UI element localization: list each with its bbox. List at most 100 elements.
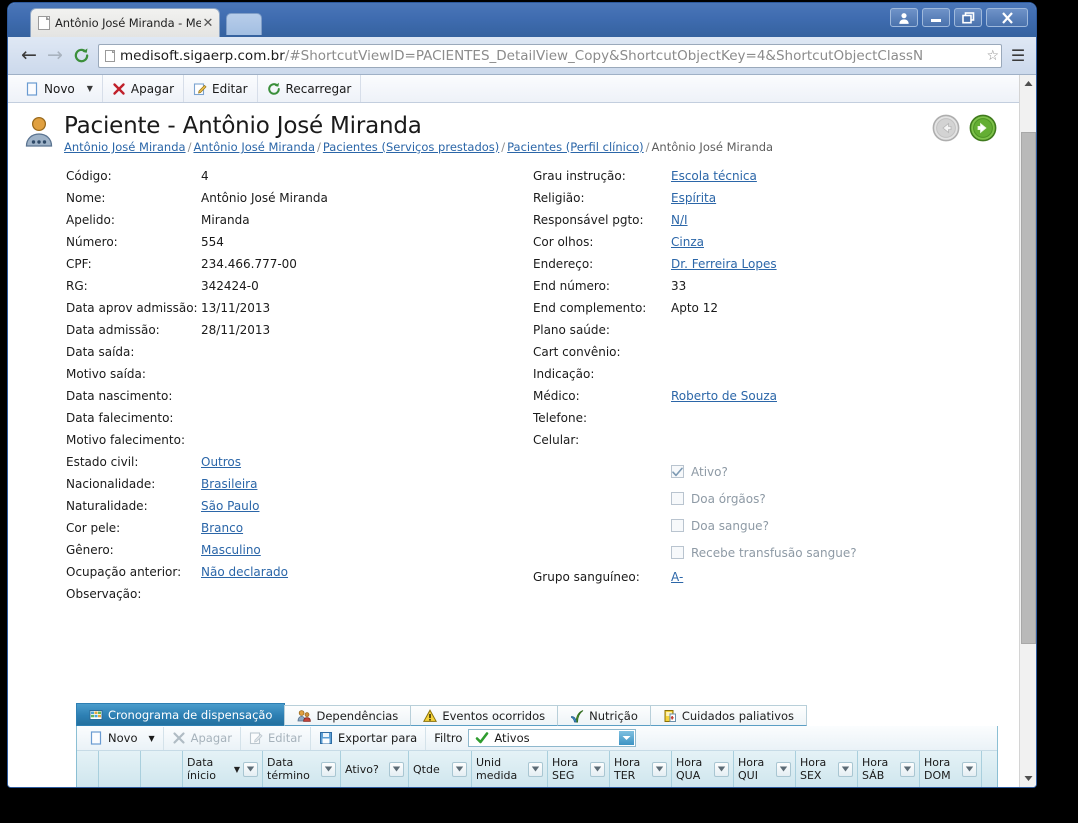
delete-record-label: Apagar (131, 82, 174, 96)
breadcrumb-item[interactable]: Pacientes (Serviços prestados) (323, 140, 499, 154)
form-field: Gênero:Masculino (66, 543, 496, 565)
column-filter-icon[interactable] (714, 762, 729, 777)
grid-delete-button: Apagar (164, 727, 241, 750)
delete-record-button[interactable]: Apagar (103, 75, 184, 102)
maximize-restore-button[interactable] (954, 8, 982, 27)
panel-tab-5[interactable]: Cuidados paliativos (650, 705, 807, 726)
grid-column-header[interactable]: Qtde (409, 751, 472, 787)
panel-tab-3[interactable]: Eventos ocorridos (410, 705, 558, 726)
breadcrumb-item[interactable]: Pacientes (Perfil clínico) (507, 140, 644, 154)
column-filter-icon[interactable] (590, 762, 605, 777)
form-field-value[interactable]: Dr. Ferreira Lopes (671, 257, 777, 271)
filter-select[interactable]: Ativos (468, 729, 636, 747)
chrome-menu-icon[interactable]: ☰ (1008, 46, 1028, 65)
form-field-value[interactable]: A- (671, 570, 683, 584)
panel-tab-1[interactable]: Cronograma de dispensação (76, 703, 285, 726)
close-tab-icon[interactable]: ✕ (201, 17, 215, 30)
grid-column-header[interactable]: Hora TER (610, 751, 672, 787)
bookmark-star-icon[interactable]: ☆ (986, 48, 999, 64)
web-page: Novo ▼ Apagar Editar Recarregar (8, 75, 1019, 787)
page-scrollbar[interactable] (1019, 75, 1036, 787)
form-field: Cor olhos:Cinza (533, 235, 1003, 257)
form-field-value[interactable]: N/I (671, 213, 688, 227)
grid-export-button[interactable]: Exportar para (311, 727, 426, 750)
new-tab-button[interactable] (226, 13, 262, 35)
url-host: medisoft.sigaerp.com.br (120, 48, 285, 64)
grid-column-header[interactable]: Data ínicio▼ (183, 751, 263, 787)
column-filter-icon[interactable] (243, 762, 258, 777)
panel-tab-2[interactable]: Dependências (284, 705, 411, 726)
form-field-value[interactable]: Branco (201, 521, 243, 535)
new-record-label: Novo (44, 82, 75, 96)
form-field-value[interactable]: Roberto de Souza (671, 389, 777, 403)
column-filter-icon[interactable] (652, 762, 667, 777)
column-filter-icon[interactable] (900, 762, 915, 777)
browser-tab[interactable]: Antônio José Miranda - Medis ✕ (30, 8, 220, 37)
column-filter-icon[interactable] (776, 762, 791, 777)
column-filter-icon[interactable] (962, 762, 977, 777)
reload-record-button[interactable]: Recarregar (258, 75, 362, 102)
column-filter-icon[interactable] (321, 762, 336, 777)
form-field-value[interactable]: Outros (201, 455, 241, 469)
panel-tab-label: Nutrição (589, 709, 638, 723)
chevron-down-icon[interactable]: ▼ (87, 84, 93, 93)
form-field: End número:33 (533, 279, 1003, 301)
grid-export-label: Exportar para (338, 731, 417, 745)
sort-descending-icon[interactable]: ▼ (231, 763, 243, 776)
column-filter-icon[interactable] (452, 762, 467, 777)
form-column-right: Grau instrução:Escola técnicaReligião:Es… (533, 169, 1003, 592)
form-field-value[interactable]: Cinza (671, 235, 704, 249)
grid-column-header[interactable]: Ativo? (341, 751, 409, 787)
form-field-label: Indicação: (533, 367, 671, 381)
form-field-value: 342424-0 (201, 279, 259, 293)
grid-column-header[interactable]: Hora SEX (796, 751, 858, 787)
form-field-value[interactable]: Espírita (671, 191, 716, 205)
user-profile-icon[interactable] (890, 8, 918, 27)
form-field-value[interactable]: Não declarado (201, 565, 288, 579)
column-filter-icon[interactable] (389, 762, 404, 777)
form-field-value[interactable]: Brasileira (201, 477, 257, 491)
form-field-label: Gênero: (66, 543, 201, 557)
new-record-button[interactable]: Novo ▼ (16, 75, 103, 102)
scrollbar-thumb[interactable] (1021, 132, 1036, 644)
scroll-up-icon[interactable] (1020, 75, 1036, 92)
chevron-down-icon[interactable]: ▼ (148, 734, 154, 743)
minimize-button[interactable] (922, 8, 950, 27)
form-field: Motivo saída: (66, 367, 496, 389)
grid-column-header[interactable] (99, 751, 141, 787)
breadcrumb-item[interactable]: Antônio José Miranda (193, 140, 315, 154)
next-record-icon[interactable] (969, 114, 997, 142)
form-field-value[interactable]: Escola técnica (671, 169, 757, 183)
back-icon[interactable]: ← (16, 43, 42, 69)
form-field: Naturalidade:São Paulo (66, 499, 496, 521)
address-bar[interactable]: medisoft.sigaerp.com.br /#ShortcutViewID… (98, 44, 1002, 68)
form-field-label: CPF: (66, 257, 201, 271)
form-field-value[interactable]: São Paulo (201, 499, 259, 513)
grid-column-header[interactable]: Hora DOM (920, 751, 982, 787)
breadcrumb-item[interactable]: Antônio José Miranda (64, 140, 186, 154)
page-favicon-icon (38, 16, 50, 30)
grid-new-button[interactable]: Novo ▼ (81, 727, 164, 750)
grid-column-header[interactable]: Hora QUI (734, 751, 796, 787)
form-field: Observação: (66, 587, 496, 609)
edit-record-button[interactable]: Editar (184, 75, 258, 102)
filter-dropdown-icon[interactable] (619, 731, 634, 745)
close-window-button[interactable] (986, 8, 1028, 27)
grid-column-header[interactable]: Hora QUA (672, 751, 734, 787)
grid-column-header[interactable] (77, 751, 99, 787)
grid-icon (89, 708, 103, 722)
record-header: Paciente - Antônio José Miranda Antônio … (8, 103, 1019, 155)
grid-column-header[interactable]: Unid medida (472, 751, 548, 787)
column-filter-icon[interactable] (838, 762, 853, 777)
grid-column-header[interactable]: Hora SEG (548, 751, 610, 787)
panel-tab-4[interactable]: Nutrição (557, 705, 651, 726)
grid-column-header[interactable]: Hora SÁB (858, 751, 920, 787)
form-field-value[interactable]: Masculino (201, 543, 261, 557)
reload-icon[interactable] (68, 43, 94, 69)
edit-record-label: Editar (212, 82, 248, 96)
scroll-down-icon[interactable] (1020, 770, 1036, 787)
grid-column-header[interactable] (141, 751, 183, 787)
grid-column-header[interactable]: Data término (263, 751, 341, 787)
form-column-left: Código:4Nome:Antônio José MirandaApelido… (66, 169, 496, 609)
column-filter-icon[interactable] (528, 762, 543, 777)
